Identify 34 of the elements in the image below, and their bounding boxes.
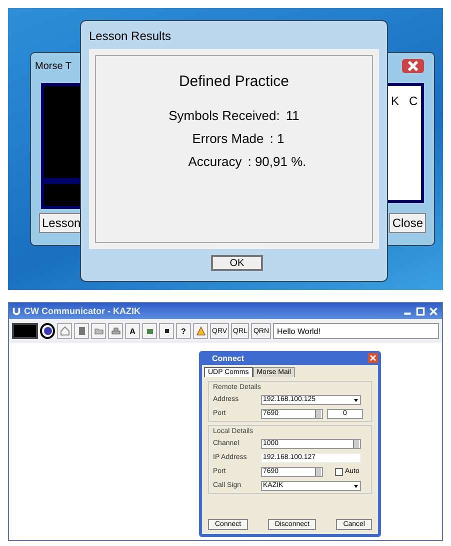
toolbar-button[interactable]: A — [125, 323, 140, 339]
toolbar-button[interactable]: ? — [176, 323, 191, 339]
checkbox[interactable] — [335, 468, 343, 476]
stat-label: Symbols Received: — [168, 108, 280, 123]
stat-label: Errors Made — [191, 131, 264, 146]
close-icon[interactable] — [368, 353, 378, 363]
warning-icon — [196, 326, 206, 336]
signal-display — [12, 323, 38, 339]
folder-icon — [94, 326, 104, 336]
ok-button[interactable]: OK — [211, 255, 263, 271]
dialog-title: Connect — [212, 354, 244, 362]
house-icon — [60, 326, 70, 336]
message-field[interactable]: Hello World! — [273, 323, 439, 339]
dialog-title: Lesson Results — [89, 29, 172, 43]
maximize-icon[interactable] — [415, 306, 426, 316]
close-button[interactable]: Close — [389, 213, 426, 233]
dropdown-arrow-icon — [353, 482, 359, 488]
letter-label: K — [391, 94, 400, 110]
stat-value: : 90,91 %. — [248, 154, 306, 169]
stat-value: : 1 — [270, 131, 284, 146]
close-icon[interactable] — [428, 306, 439, 316]
dropdown-arrow-icon — [353, 396, 359, 402]
letter-label: C — [409, 94, 418, 110]
globe-icon — [42, 326, 52, 336]
stat-label: Accuracy — [187, 154, 242, 169]
window-title: CW Communicator - KAZIK — [24, 306, 140, 316]
results-heading: Defined Practice — [178, 73, 290, 90]
close-icon[interactable] — [402, 59, 424, 73]
app-icon — [12, 306, 21, 316]
toolbar-button[interactable] — [40, 323, 55, 339]
printer-icon — [110, 326, 120, 336]
window-title: Morse T — [35, 61, 72, 72]
toolbar-button[interactable] — [159, 323, 174, 339]
stat-value: 11 — [286, 108, 300, 123]
